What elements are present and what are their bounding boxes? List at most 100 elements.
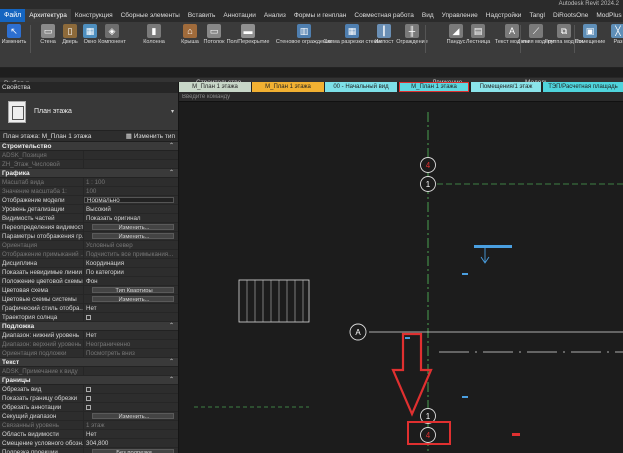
ribbon-tab[interactable]: Архитектура [25,9,71,22]
command-input[interactable] [179,92,623,102]
mullion-icon: ┃ [377,24,391,38]
ribbon-button-label: Колонна [143,39,165,45]
drawing-canvas[interactable]: 4 1 A 1 4 [179,102,623,453]
property-row[interactable]: Видимость частей Показать оригинал [0,214,178,223]
property-edit-button[interactable]: Изменить... [92,413,174,419]
railing-icon: ╫ [405,24,419,38]
property-edit-button[interactable]: Изменить... [92,224,174,230]
property-group-header[interactable]: Графика [0,169,178,178]
ribbon-tab[interactable]: ModPlus [592,9,623,22]
ribbon-button[interactable]: ⌂ Крыша [178,24,202,46]
property-row: ADSK_Примечание к виду [0,367,178,376]
ribbon-tab[interactable]: Сборные элементы [117,9,184,22]
property-group-header[interactable]: Границы [0,376,178,385]
ribbon-tab[interactable]: Управление [438,9,482,22]
ceiling-icon: ▭ [207,24,221,38]
checkbox[interactable] [86,315,91,320]
ribbon-tab[interactable]: Конструкция [71,9,117,22]
ribbon-button[interactable]: ▥ Стеновое ограждение [276,24,332,46]
property-value: Условный север [86,242,133,249]
property-row[interactable]: Графический стиль отобра... Нет [0,304,178,313]
property-row[interactable]: Цветовые схемы системы Изменить... [0,295,178,304]
edit-type-button[interactable]: ▦ Изменить тип [126,132,175,140]
checkbox[interactable] [86,387,91,392]
grid-head-side-label: A [355,328,361,337]
ribbon-tab[interactable]: Tangl [525,9,549,22]
property-key: Переопределения видимост... [2,223,84,231]
room-icon: ▣ [583,24,597,38]
ribbon-button[interactable]: ⧉ Группа модели [545,24,583,46]
ribbon-button[interactable]: ▭ Потолок [202,24,226,46]
property-key: Диапазон: верхний уровень [0,340,84,348]
ribbon-tab[interactable]: Вид [418,9,438,22]
ribbon-button[interactable]: ◈ Компонент [98,24,126,46]
property-key: Параметры отображения гр... [2,232,84,240]
ribbon-tab[interactable]: DiRootsOne [549,9,592,22]
property-value: Подчистить все примыкания... [86,251,174,258]
type-selector[interactable]: План этажа ▾ [0,93,178,131]
property-value: 1 : 100 [86,179,105,186]
annotation-arrow [391,332,433,417]
ribbon-separator [30,25,31,53]
ribbon-tab[interactable]: Формы и генплан [290,9,351,22]
ribbon-button[interactable]: ▮ Колонна [142,24,166,46]
view-tab[interactable]: М_План 1 этажа [399,82,469,92]
property-row[interactable]: Показать невидимые линии По категории [0,268,178,277]
ribbon-tab[interactable]: Файл [0,9,26,22]
checkbox[interactable] [86,405,91,410]
instance-selector[interactable]: План этажа: М_План 1 этажа [3,133,91,140]
property-edit-button[interactable]: Без подрезки [92,449,174,453]
ribbon-tab[interactable]: Анализ [260,9,290,22]
ribbon-tab[interactable]: Вставить [184,9,220,22]
view-tab[interactable]: ТЭП/Расчетная плащадь [543,82,623,92]
property-value: Фон [86,278,98,285]
property-row[interactable]: Дисциплина Координация [0,259,178,268]
view-tab[interactable]: М_План 1 этажа [179,82,251,92]
ribbon-button[interactable]: ▦ Схема разрезки стены [323,24,381,46]
ribbon-button[interactable]: ╫ Ограждение [396,24,428,46]
view-tab[interactable]: 00 - Начальный вид [325,82,397,92]
property-row[interactable]: Обрезать аннотации [0,403,178,412]
property-edit-button[interactable]: Тип Квартиры [92,287,174,293]
view-tab[interactable]: М_План 1 этажа [252,82,324,92]
property-row[interactable]: Положение цветовой схемы Фон [0,277,178,286]
property-row[interactable]: Смещение условного обозн... 304,800 [0,439,178,448]
property-row[interactable]: Диапазон: нижний уровень Нет [0,331,178,340]
property-key: Цветовые схемы системы [0,295,84,303]
property-edit-button[interactable]: Изменить... [92,296,174,302]
ribbon-button[interactable]: ┃ Импост [372,24,396,46]
property-group-header[interactable]: Текст [0,358,178,367]
property-value[interactable]: Нормально [84,197,174,203]
property-row[interactable]: Подрезка проекции Без подрезки [0,448,178,453]
ribbon-tab[interactable]: Надстройки [482,9,526,22]
ribbon-button[interactable]: ╳ Раз [606,24,623,46]
view-tab[interactable]: Помещения/1 этаж [471,82,541,92]
property-key: Масштаб вида [0,178,84,186]
property-row[interactable]: Обрезать вид [0,385,178,394]
ribbon-button[interactable]: ↖ Изменить [2,24,26,46]
ribbon-tab[interactable]: Аннотации [219,9,260,22]
ribbon-button[interactable]: ◢ Пандус [444,24,468,46]
property-row[interactable]: Параметры отображения гр... Изменить... [0,232,178,241]
property-checkbox-cell [84,385,178,393]
property-row[interactable]: Цветовая схема Тип Квартиры [0,286,178,295]
property-row[interactable]: Переопределения видимост... Изменить... [0,223,178,232]
property-edit-button[interactable]: Изменить... [92,233,174,239]
ribbon-button[interactable]: ▬ Пол/Перекрытие [227,24,269,46]
property-row[interactable]: Отображение модели Нормально [0,196,178,205]
property-row[interactable]: Траектория солнца [0,313,178,322]
property-key: Секущий диапазон [0,412,84,420]
ribbon-button[interactable]: ▣ Помещение [575,24,605,46]
property-group-header[interactable]: Подложка [0,322,178,331]
property-row[interactable]: Область видимости Нет [0,430,178,439]
property-group-header[interactable]: Строительство [0,142,178,151]
property-row[interactable]: Показать границу обрезки [0,394,178,403]
ribbon-button[interactable]: ▭ Стена [36,24,60,46]
room-separator-icon: ╳ [611,24,623,38]
property-row[interactable]: Уровень детализации Высокий [0,205,178,214]
ribbon-button[interactable]: ▤ Лестница [466,24,490,46]
ribbon-button-label: Окно [83,39,97,45]
ribbon-tab[interactable]: Совместная работа [350,9,417,22]
checkbox[interactable] [86,396,91,401]
property-row[interactable]: Секущий диапазон Изменить... [0,412,178,421]
